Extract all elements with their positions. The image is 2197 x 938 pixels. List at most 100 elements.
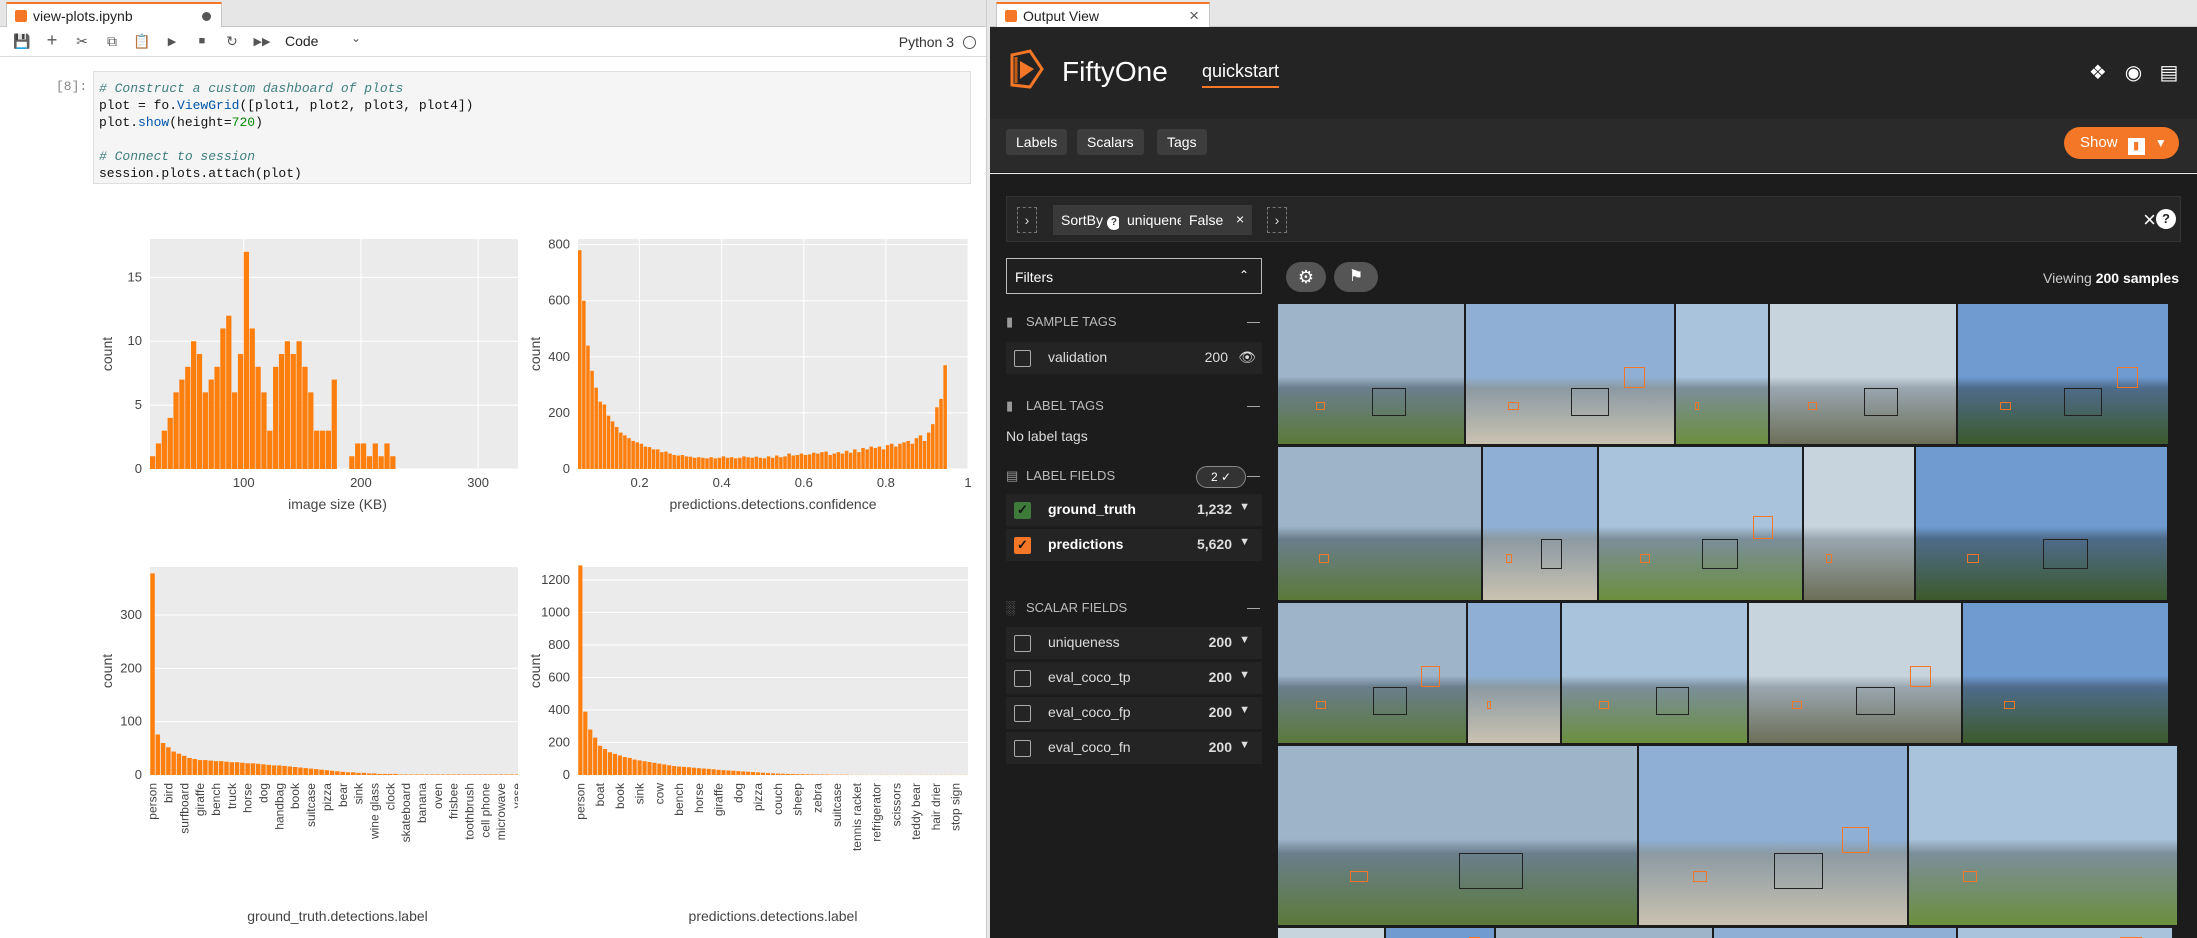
sample-thumbnail[interactable] xyxy=(1466,304,1674,444)
sample-thumbnail[interactable] xyxy=(1278,447,1481,600)
clear-view-icon[interactable]: × xyxy=(2143,207,2156,233)
view-help-icon[interactable]: ? xyxy=(2156,209,2176,229)
sample-thumbnail[interactable] xyxy=(1639,746,1907,925)
sample-thumbnail[interactable] xyxy=(1676,304,1768,444)
sample-thumbnail[interactable] xyxy=(1804,447,1914,600)
sample-thumbnail[interactable] xyxy=(1278,603,1466,743)
bar-chart-pred-labels[interactable]: 0 200 400 600 800 1000 1200 count person boat book… xyxy=(518,555,978,935)
cell-type-select[interactable]: Code ⌄ xyxy=(285,31,361,49)
label-field-row-ground-truth[interactable]: ground_truth 1,232 ▼ xyxy=(1006,494,1262,526)
histogram-bar xyxy=(812,452,816,469)
checkbox[interactable] xyxy=(1014,705,1031,722)
sample-thumbnail[interactable] xyxy=(1386,928,1494,938)
histogram-bar xyxy=(832,453,837,469)
category-bar xyxy=(607,752,613,775)
filters-dropdown[interactable]: Filters ⌃ xyxy=(1006,258,1262,294)
scalar-field-row[interactable]: eval_coco_fp 200 ▼ xyxy=(1006,697,1262,729)
section-label-fields[interactable]: ▤ LABEL FIELDS 2 ✓ — xyxy=(1006,466,1262,488)
notebook-tab[interactable]: view-plots.ipynb xyxy=(6,2,222,28)
category-bar xyxy=(187,757,192,775)
restart-icon[interactable]: ↻ xyxy=(222,33,242,51)
sample-thumbnail[interactable] xyxy=(1958,304,2168,444)
checkbox[interactable] xyxy=(1014,350,1031,367)
sample-thumbnail[interactable] xyxy=(1278,746,1637,925)
sample-thumbnail[interactable] xyxy=(1714,928,1956,938)
sample-thumbnail[interactable] xyxy=(1562,603,1747,743)
kernel-name[interactable]: Python 3 xyxy=(899,34,954,50)
eye-icon[interactable]: 👁 xyxy=(1238,349,1256,366)
sample-thumbnail[interactable] xyxy=(1958,928,2172,938)
scalar-field-row[interactable]: eval_coco_fn 200 ▼ xyxy=(1006,732,1262,764)
stop-icon[interactable]: ■ xyxy=(192,35,212,53)
sample-thumbnail[interactable] xyxy=(1749,603,1961,743)
caret-down-icon[interactable]: ▼ xyxy=(1239,704,1250,716)
tag-samples-icon[interactable]: ⚑ xyxy=(1334,262,1378,292)
nav-labels[interactable]: Labels xyxy=(1006,129,1068,155)
output-view-tab[interactable]: Output View × xyxy=(996,2,1210,28)
section-label-tags[interactable]: ▮ LABEL TAGS — xyxy=(1006,398,1262,418)
collapse-icon[interactable]: — xyxy=(1247,314,1260,329)
sample-thumbnail[interactable] xyxy=(1963,603,2168,743)
category-bar xyxy=(203,760,208,775)
collapse-icon[interactable]: — xyxy=(1247,398,1260,413)
bar-chart-gt-labels[interactable]: 0 100 200 300 count person bird surfboard giraff… xyxy=(90,555,530,935)
caret-down-icon[interactable]: ▼ xyxy=(1239,501,1250,513)
view-bar[interactable]: › SortBy ? uniqueness False × › × ? xyxy=(1006,196,2181,242)
caret-down-icon[interactable]: ▼ xyxy=(1239,669,1250,681)
docs-icon[interactable]: ▤ xyxy=(2159,63,2179,83)
stage-reverse[interactable]: False xyxy=(1181,205,1233,235)
notebook-content[interactable]: [8]: # Construct a custom dashboard of p… xyxy=(0,57,987,938)
scalar-field-row[interactable]: eval_coco_tp 200 ▼ xyxy=(1006,662,1262,694)
cut-icon[interactable]: ✂ xyxy=(72,33,92,51)
histogram-image-size[interactable]: 0 5 10 15 count 100 200 300 image size (KB) xyxy=(90,227,530,527)
nav-scalars[interactable]: Scalars xyxy=(1077,129,1144,155)
run-icon[interactable]: ▶ xyxy=(162,35,182,53)
sample-thumbnail[interactable] xyxy=(1278,928,1384,938)
close-icon[interactable]: × xyxy=(1189,6,1199,26)
save-icon[interactable]: 💾 xyxy=(12,33,32,51)
nav-tags[interactable]: Tags xyxy=(1157,129,1207,155)
sample-thumbnail[interactable] xyxy=(1770,304,1956,444)
dataset-selector[interactable]: quickstart xyxy=(1202,61,1280,88)
collapse-icon[interactable]: — xyxy=(1247,468,1260,483)
paste-icon[interactable]: 📋 xyxy=(132,33,152,51)
label-fields-badge[interactable]: 2 ✓ xyxy=(1196,466,1246,488)
scalar-field-row[interactable]: uniqueness 200 ▼ xyxy=(1006,627,1262,659)
caret-down-icon[interactable]: ▼ xyxy=(1239,634,1250,646)
show-button[interactable]: Show ▮ ▼ xyxy=(2064,127,2179,159)
github-icon[interactable]: ◉ xyxy=(2123,63,2143,83)
field-label: eval_coco_fn xyxy=(1048,739,1131,755)
sample-thumbnail[interactable] xyxy=(1916,447,2167,600)
view-bar-right-chevron[interactable]: › xyxy=(1267,207,1287,233)
run-all-icon[interactable]: ▶▶ xyxy=(252,35,272,53)
sample-thumbnail[interactable] xyxy=(1468,603,1560,743)
sample-thumbnail[interactable] xyxy=(1496,928,1712,938)
sample-thumbnail[interactable] xyxy=(1599,447,1802,600)
sample-thumbnail[interactable] xyxy=(1909,746,2177,925)
sample-thumbnail[interactable] xyxy=(1483,447,1597,600)
sample-tag-row[interactable]: validation 200 👁 xyxy=(1006,342,1262,374)
section-scalar-fields[interactable]: ░ SCALAR FIELDS — xyxy=(1006,600,1262,620)
checkbox[interactable] xyxy=(1014,502,1031,519)
code-cell[interactable]: # Construct a custom dashboard of plots p… xyxy=(93,71,971,184)
checkbox[interactable] xyxy=(1014,635,1031,652)
checkbox[interactable] xyxy=(1014,740,1031,757)
section-sample-tags[interactable]: ▮ SAMPLE TAGS — xyxy=(1006,314,1262,334)
slack-icon[interactable]: ❖ xyxy=(2088,63,2108,83)
histogram-bar xyxy=(647,447,652,469)
sample-thumbnail[interactable] xyxy=(1278,304,1464,444)
copy-icon[interactable]: ⧉ xyxy=(102,33,122,51)
caret-down-icon[interactable]: ▼ xyxy=(1239,739,1250,751)
unsaved-dot-icon[interactable] xyxy=(202,12,211,21)
checkbox[interactable] xyxy=(1014,537,1031,554)
label-field-row-predictions[interactable]: predictions 5,620 ▼ xyxy=(1006,529,1262,561)
insert-cell-icon[interactable]: + xyxy=(42,30,62,50)
checkbox[interactable] xyxy=(1014,670,1031,687)
caret-down-icon[interactable]: ▼ xyxy=(1239,536,1250,548)
settings-gear-icon[interactable]: ⚙ xyxy=(1286,262,1326,292)
sample-grid[interactable] xyxy=(1278,304,2183,938)
remove-stage-icon[interactable]: × xyxy=(1228,205,1254,235)
histogram-confidence[interactable]: 0 200 400 600 800 count 0.2 0.4 0.6 0.8 1 predictio… xyxy=(518,227,978,527)
collapse-icon[interactable]: — xyxy=(1247,600,1260,615)
view-bar-left-chevron[interactable]: › xyxy=(1017,207,1037,233)
